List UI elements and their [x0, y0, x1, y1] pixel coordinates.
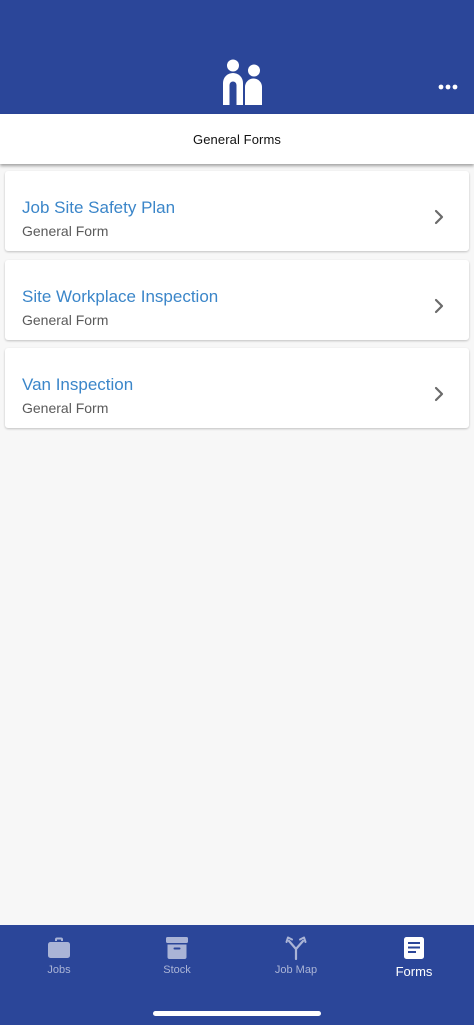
chevron-right-icon — [434, 209, 444, 225]
bottom-tab-bar: Jobs Stock Job Map Forms — [0, 925, 474, 1025]
briefcase-icon — [48, 937, 70, 958]
form-item-job-site-safety-plan[interactable]: Job Site Safety Plan General Form — [5, 171, 469, 251]
home-indicator — [153, 1011, 321, 1016]
tab-label: Jobs — [47, 964, 71, 976]
form-title: Job Site Safety Plan — [22, 198, 176, 217]
form-type: General Form — [22, 223, 109, 239]
tab-jobs[interactable]: Jobs — [0, 925, 118, 995]
form-title: Site Workplace Inspection — [22, 287, 219, 306]
people-logo-icon — [223, 59, 262, 105]
tab-job-map[interactable]: Job Map — [237, 925, 355, 995]
chevron-right-icon — [434, 298, 444, 314]
app-header — [0, 0, 474, 114]
form-type: General Form — [22, 312, 109, 328]
more-horizontal-icon — [438, 84, 458, 90]
archive-box-icon — [166, 937, 188, 959]
page-title: General Forms — [193, 131, 281, 147]
tab-label: Forms — [395, 964, 433, 979]
tab-label: Stock — [163, 964, 191, 976]
tab-label: Job Map — [274, 964, 318, 976]
route-fork-icon — [285, 936, 307, 960]
form-item-site-workplace-inspection[interactable]: Site Workplace Inspection General Form — [5, 260, 469, 340]
form-title: Van Inspection — [22, 375, 134, 394]
more-options-button[interactable] — [434, 76, 462, 98]
form-type: General Form — [22, 400, 109, 416]
section-header: General Forms — [0, 114, 474, 164]
chevron-right-icon — [434, 386, 444, 402]
form-item-van-inspection[interactable]: Van Inspection General Form — [5, 348, 469, 428]
forms-screen: General Forms Job Site Safety Plan Gener… — [0, 0, 474, 1025]
tab-stock[interactable]: Stock — [118, 925, 236, 995]
document-icon — [404, 937, 424, 959]
tab-forms[interactable]: Forms — [355, 925, 473, 995]
